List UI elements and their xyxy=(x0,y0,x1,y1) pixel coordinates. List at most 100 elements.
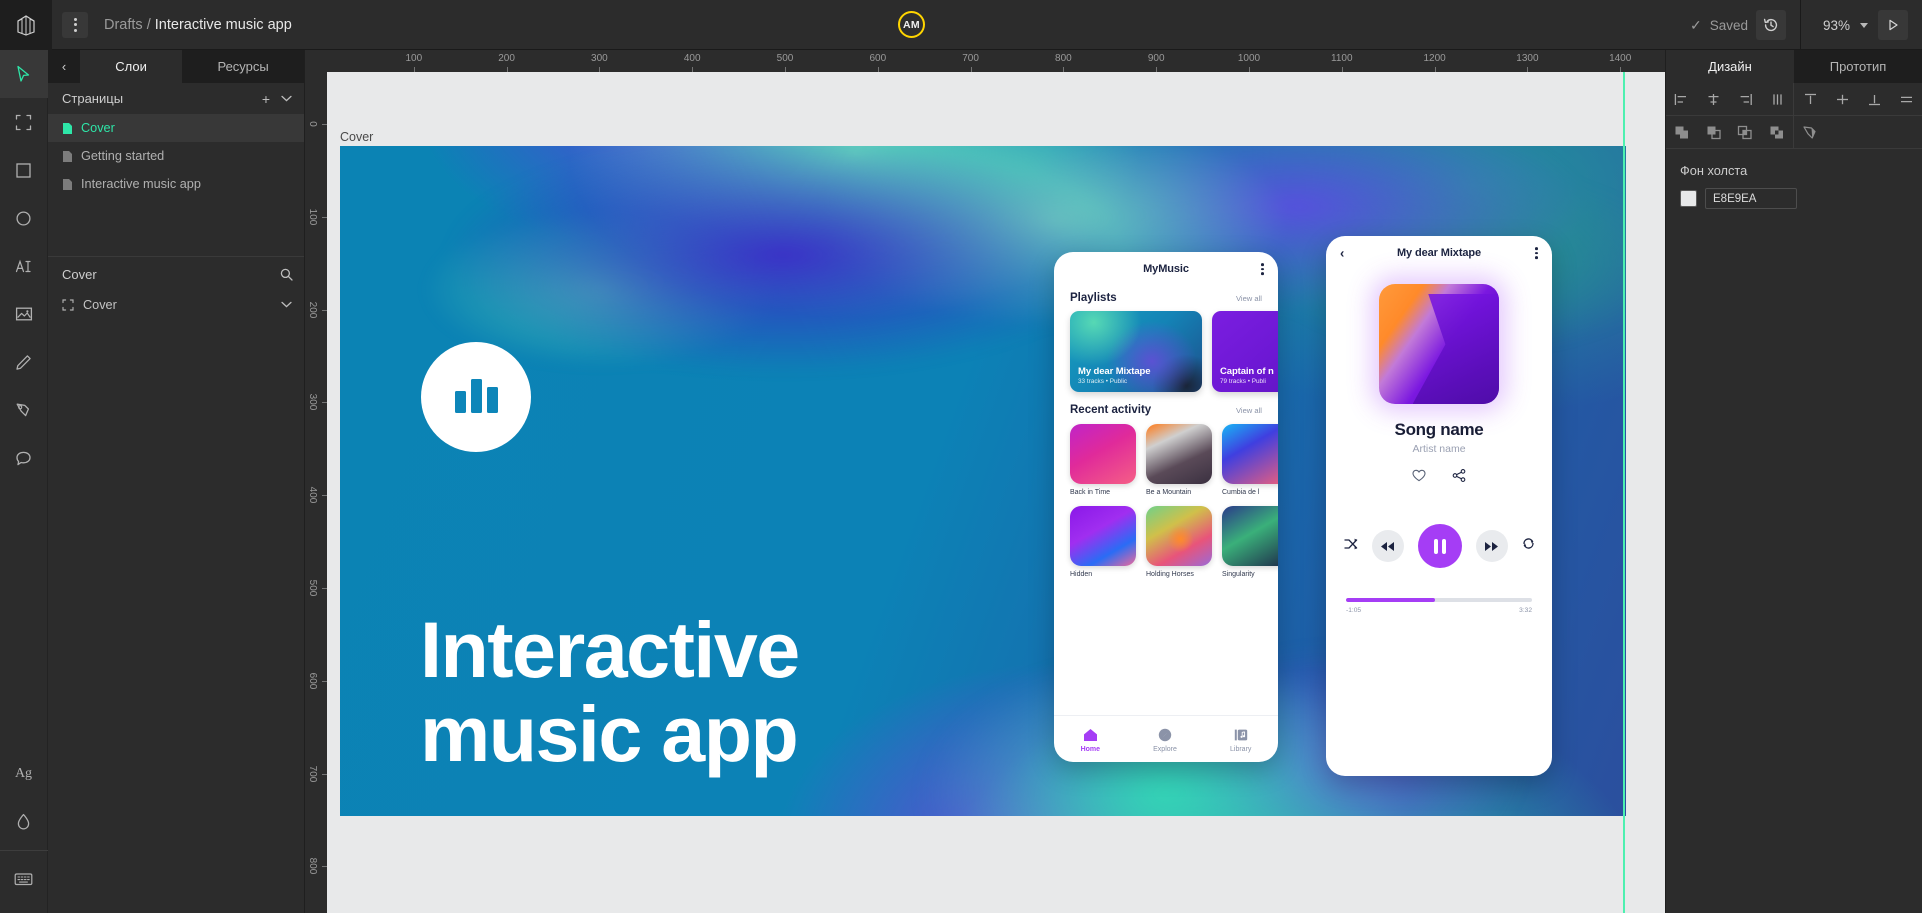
align-top-icon[interactable] xyxy=(1794,83,1826,116)
app-logo-button[interactable] xyxy=(0,0,52,50)
search-icon xyxy=(280,268,293,281)
playlists-carousel[interactable]: My dear Mixtape 33 tracks • Public Capta… xyxy=(1054,311,1278,392)
text-icon xyxy=(15,259,31,272)
frame-label[interactable]: Cover xyxy=(340,130,373,144)
kebab-menu-icon[interactable] xyxy=(1261,263,1264,275)
recent-item[interactable]: Be a Mountain xyxy=(1146,424,1212,496)
playlists-view-all-link[interactable]: View all xyxy=(1236,294,1262,303)
vertical-guide[interactable] xyxy=(1623,72,1625,913)
song-name: Song name xyxy=(1394,420,1484,439)
hex-input[interactable]: E8E9EA xyxy=(1705,188,1797,209)
zoom-group[interactable]: 93% xyxy=(1801,10,1922,40)
ruler-tick-label: 700 xyxy=(307,765,318,782)
align-bottom-icon[interactable] xyxy=(1858,83,1890,116)
recent-item[interactable]: Back in Time xyxy=(1070,424,1136,496)
avatar[interactable]: AM xyxy=(898,11,925,38)
subtract-icon[interactable] xyxy=(1698,116,1730,149)
add-page-button[interactable]: + xyxy=(256,89,276,109)
shuffle-icon[interactable] xyxy=(1343,537,1358,555)
phone-mockup-player[interactable]: ‹ My dear Mixtape Song name Artist name xyxy=(1326,236,1552,776)
chevron-down-icon[interactable] xyxy=(1860,22,1868,28)
main-menu-button[interactable] xyxy=(62,11,88,38)
pen-tool[interactable] xyxy=(0,386,48,434)
playlist-card[interactable]: Captain of n 79 tracks • Publi xyxy=(1212,311,1278,392)
glyph xyxy=(1772,93,1782,105)
align-left-icon[interactable] xyxy=(1666,83,1698,116)
rectangle-tool[interactable] xyxy=(0,146,48,194)
comment-tool[interactable] xyxy=(0,434,48,482)
playlist-card[interactable]: My dear Mixtape 33 tracks • Public xyxy=(1070,311,1202,392)
ellipse-tool[interactable] xyxy=(0,194,48,242)
bar-chart-icon xyxy=(421,342,531,452)
tab-layers[interactable]: Слои xyxy=(80,50,183,83)
search-layers-button[interactable] xyxy=(276,264,296,284)
pencil-icon xyxy=(16,354,31,370)
pause-button[interactable] xyxy=(1417,524,1462,568)
layer-item-cover[interactable]: Cover xyxy=(48,291,304,318)
intersect-icon[interactable] xyxy=(1730,116,1762,149)
align-right-icon[interactable] xyxy=(1730,83,1762,116)
frame-tool[interactable] xyxy=(0,98,48,146)
page-item-getting-started[interactable]: Getting started xyxy=(48,142,304,170)
playlist-name: My dear Mixtape xyxy=(1078,366,1151,377)
fast-forward-button[interactable] xyxy=(1475,530,1508,562)
exclude-icon[interactable] xyxy=(1761,116,1793,149)
page-label: Interactive music app xyxy=(81,177,201,191)
tab-design[interactable]: Дизайн xyxy=(1666,50,1794,83)
recent-view-all-link[interactable]: View all xyxy=(1236,406,1262,415)
glyph xyxy=(1836,94,1848,104)
canvas-surface[interactable]: Cover Interactive music app MyMusic Play… xyxy=(327,72,1665,913)
nav-item-explore[interactable]: Explore xyxy=(1153,728,1177,753)
flatten-icon[interactable] xyxy=(1794,116,1826,149)
repeat-icon[interactable] xyxy=(1522,537,1535,555)
collapse-panel-button[interactable]: ‹ xyxy=(48,50,80,83)
text-tool[interactable] xyxy=(0,242,48,290)
heart-icon[interactable] xyxy=(1412,469,1426,482)
rewind-button[interactable] xyxy=(1371,530,1404,562)
color-swatch[interactable] xyxy=(1680,190,1697,207)
recent-item[interactable]: Holding Horses xyxy=(1146,506,1212,578)
present-button[interactable] xyxy=(1878,10,1908,40)
tab-prototype[interactable]: Прототип xyxy=(1794,50,1922,83)
pencil-tool[interactable] xyxy=(0,338,48,386)
union-icon[interactable] xyxy=(1666,116,1698,149)
progress-section[interactable]: -1:05 3:32 xyxy=(1326,598,1552,614)
expand-layer-icon[interactable] xyxy=(276,295,296,315)
typography-tool[interactable]: Ag xyxy=(0,750,48,798)
ruler-tick-label: 800 xyxy=(1055,53,1072,64)
avatar-container[interactable]: AM xyxy=(898,11,925,38)
recent-item[interactable]: Singularity xyxy=(1222,506,1278,578)
recent-item[interactable]: Cumbia de l xyxy=(1222,424,1278,496)
history-button[interactable] xyxy=(1755,10,1786,40)
kebab-menu-icon[interactable] xyxy=(1535,247,1538,259)
horizontal-align-group xyxy=(1666,83,1794,115)
page-item-cover[interactable]: Cover xyxy=(48,114,304,142)
glyph xyxy=(1707,126,1721,139)
breadcrumb-file[interactable]: Interactive music app xyxy=(155,17,292,33)
nav-item-library[interactable]: Library xyxy=(1230,728,1251,753)
zoom-level-label[interactable]: 93% xyxy=(1823,18,1850,33)
align-vertical-center-icon[interactable] xyxy=(1826,83,1858,116)
shortcuts-tool[interactable] xyxy=(0,855,48,903)
distribute-horizontal-icon[interactable] xyxy=(1761,83,1793,116)
breadcrumb[interactable]: Drafts / Interactive music app xyxy=(104,17,292,33)
artboard-cover[interactable]: Interactive music app MyMusic Playlists … xyxy=(340,146,1626,816)
distribute-vertical-icon[interactable] xyxy=(1890,83,1922,116)
phone-mockup-library[interactable]: MyMusic Playlists View all My dear Mixta… xyxy=(1054,252,1278,762)
chevron-left-icon[interactable]: ‹ xyxy=(1340,246,1344,261)
page-item-interactive-music-app[interactable]: Interactive music app xyxy=(48,170,304,198)
page-label: Cover xyxy=(81,121,115,135)
share-icon[interactable] xyxy=(1452,469,1466,482)
collapse-pages-icon[interactable] xyxy=(276,89,296,109)
move-tool[interactable] xyxy=(0,50,48,98)
align-horizontal-center-icon[interactable] xyxy=(1698,83,1730,116)
tab-assets[interactable]: Ресурсы xyxy=(182,50,304,83)
recent-item[interactable]: Hidden xyxy=(1070,506,1136,578)
image-tool[interactable] xyxy=(0,290,48,338)
nav-item-home[interactable]: Home xyxy=(1081,728,1100,753)
canvas-area[interactable]: 0 100 200 300 400 500 600 700 800 900 1000 1100 1200… xyxy=(305,50,1665,913)
color-tool[interactable] xyxy=(0,798,48,846)
breadcrumb-project[interactable]: Drafts xyxy=(104,17,143,33)
progress-bar[interactable] xyxy=(1346,598,1532,602)
recent-label: Be a Mountain xyxy=(1146,489,1192,496)
